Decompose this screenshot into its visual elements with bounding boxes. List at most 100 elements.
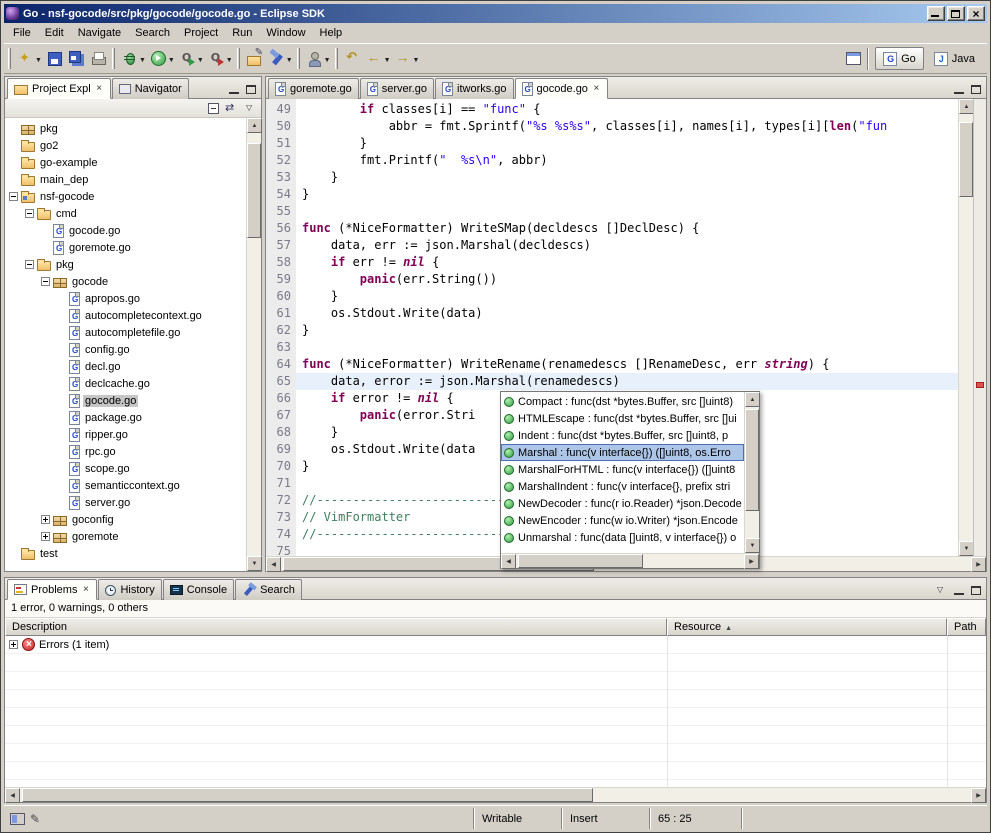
line-number[interactable]: 55 xyxy=(266,203,296,220)
line-number[interactable]: 67 xyxy=(266,407,296,424)
scrollbar-track[interactable] xyxy=(247,133,261,556)
scrollbar-track[interactable] xyxy=(745,407,759,538)
expand-expander[interactable] xyxy=(41,532,50,541)
save-all-button[interactable] xyxy=(66,47,88,71)
tree-item-apropos-go[interactable]: apropos.go xyxy=(5,290,246,307)
editor-vscrollbar[interactable] xyxy=(958,99,973,556)
toolbar-grip[interactable] xyxy=(112,48,115,69)
tab-console[interactable]: Console xyxy=(163,579,234,600)
tree-item-config-go[interactable]: config.go xyxy=(5,341,246,358)
collapse-expander[interactable] xyxy=(25,260,34,269)
tree-item-semanticcontext-go[interactable]: semanticcontext.go xyxy=(5,477,246,494)
autocomplete-item-marshalforhtml[interactable]: MarshalForHTML : func(v interface{}) ([]… xyxy=(501,461,744,478)
dropdown-arrow-icon[interactable] xyxy=(226,53,233,65)
dropdown-arrow-icon[interactable] xyxy=(413,53,420,65)
line-number[interactable]: 70 xyxy=(266,458,296,475)
back-button[interactable] xyxy=(364,47,393,71)
tree-item-autocompletecontext-go[interactable]: autocompletecontext.go xyxy=(5,307,246,324)
maximize-button[interactable] xyxy=(947,6,965,21)
code-text[interactable]: fmt.Printf(" %s\n", abbr) xyxy=(296,152,958,169)
line-number[interactable]: 63 xyxy=(266,339,296,356)
dropdown-arrow-icon[interactable] xyxy=(35,53,42,65)
line-number[interactable]: 61 xyxy=(266,305,296,322)
toolbar-grip[interactable] xyxy=(237,48,240,69)
code-text[interactable]: func (*NiceFormatter) WriteRename(rename… xyxy=(296,356,958,373)
line-number[interactable]: 65 xyxy=(266,373,296,390)
scroll-up-button[interactable] xyxy=(745,392,760,407)
minimize-view-button[interactable] xyxy=(952,585,966,597)
menu-navigate[interactable]: Navigate xyxy=(71,24,128,42)
profile-button[interactable] xyxy=(177,47,206,71)
code-text[interactable] xyxy=(296,203,958,220)
save-button[interactable] xyxy=(44,47,66,71)
coverage-button[interactable] xyxy=(206,47,235,71)
collapse-expander[interactable] xyxy=(25,209,34,218)
menu-help[interactable]: Help xyxy=(313,24,350,42)
scrollbar-thumb[interactable] xyxy=(247,143,261,238)
menu-file[interactable]: File xyxy=(6,24,38,42)
collapse-all-icon[interactable] xyxy=(208,103,219,114)
link-with-editor-icon[interactable] xyxy=(225,102,238,115)
toolbar-grip[interactable] xyxy=(8,48,11,69)
tree-item-gocode[interactable]: gocode xyxy=(5,273,246,290)
tab-problems[interactable]: Problems xyxy=(7,579,97,600)
minimize-editor-button[interactable] xyxy=(952,84,966,96)
scroll-up-button[interactable] xyxy=(247,118,262,133)
print-button[interactable] xyxy=(88,47,110,71)
open-perspective-button[interactable] xyxy=(846,52,861,65)
open-type-button[interactable] xyxy=(244,47,266,71)
tree-item-server-go[interactable]: server.go xyxy=(5,494,246,511)
line-number[interactable]: 49 xyxy=(266,101,296,118)
code-text[interactable]: } xyxy=(296,135,958,152)
line-number[interactable]: 72 xyxy=(266,492,296,509)
close-button[interactable]: × xyxy=(967,6,985,21)
scroll-up-button[interactable] xyxy=(959,99,974,114)
forward-button[interactable] xyxy=(393,47,422,71)
code-text[interactable]: } xyxy=(296,322,958,339)
scroll-down-button[interactable] xyxy=(745,538,760,553)
new-wizard-button[interactable] xyxy=(15,47,44,71)
toolbar-grip[interactable] xyxy=(297,48,300,69)
run-button[interactable] xyxy=(148,47,177,71)
maximize-view-button[interactable] xyxy=(969,585,983,597)
autocomplete-item-indent[interactable]: Indent : func(dst *bytes.Buffer, src []u… xyxy=(501,427,744,444)
tab-history[interactable]: History xyxy=(98,579,161,600)
tree-item-nsf-gocode[interactable]: nsf-gocode xyxy=(5,188,246,205)
minimize-view-button[interactable] xyxy=(227,84,241,96)
problems-hscrollbar[interactable] xyxy=(5,787,986,802)
error-marker-icon[interactable] xyxy=(976,382,984,388)
menu-run[interactable]: Run xyxy=(225,24,259,42)
autocomplete-item-marshal[interactable]: Marshal : func(v interface{}) ([]uint8, … xyxy=(501,444,744,461)
menu-window[interactable]: Window xyxy=(259,24,312,42)
tree-item-goremote-go[interactable]: goremote.go xyxy=(5,239,246,256)
scroll-right-button[interactable] xyxy=(971,788,986,803)
debug-button[interactable] xyxy=(119,47,148,71)
dropdown-arrow-icon[interactable] xyxy=(324,53,331,65)
line-number[interactable]: 64 xyxy=(266,356,296,373)
search-button[interactable] xyxy=(266,47,295,71)
tree-item-gocode-go[interactable]: gocode.go xyxy=(5,222,246,239)
dropdown-arrow-icon[interactable] xyxy=(384,53,391,65)
tree-item-main-dep[interactable]: main_dep xyxy=(5,171,246,188)
autocomplete-item-newdecoder[interactable]: NewDecoder : func(r io.Reader) *json.Dec… xyxy=(501,495,744,512)
scrollbar-thumb[interactable] xyxy=(518,554,643,568)
dropdown-arrow-icon[interactable] xyxy=(139,53,146,65)
tree-item-decl-go[interactable]: decl.go xyxy=(5,358,246,375)
autocomplete-item-marshalindent[interactable]: MarshalIndent : func(v interface{}, pref… xyxy=(501,478,744,495)
scroll-left-button[interactable] xyxy=(5,788,20,803)
tree-item-goremote[interactable]: goremote xyxy=(5,528,246,545)
close-icon[interactable] xyxy=(81,584,90,595)
autocomplete-hscrollbar[interactable] xyxy=(501,553,759,568)
close-icon[interactable] xyxy=(592,83,601,94)
code-text[interactable]: os.Stdout.Write(data) xyxy=(296,305,958,322)
line-number[interactable]: 51 xyxy=(266,135,296,152)
scrollbar-track[interactable] xyxy=(516,554,744,568)
tree-item-go-example[interactable]: go-example xyxy=(5,154,246,171)
tab-itworks-go[interactable]: itworks.go xyxy=(435,78,514,99)
line-number[interactable]: 66 xyxy=(266,390,296,407)
column-header-resource[interactable]: Resource xyxy=(667,618,947,636)
tree-item-pkg[interactable]: pkg xyxy=(5,120,246,137)
tab-server-go[interactable]: server.go xyxy=(360,78,434,99)
view-menu-icon[interactable] xyxy=(244,102,257,115)
line-number[interactable]: 75 xyxy=(266,543,296,556)
